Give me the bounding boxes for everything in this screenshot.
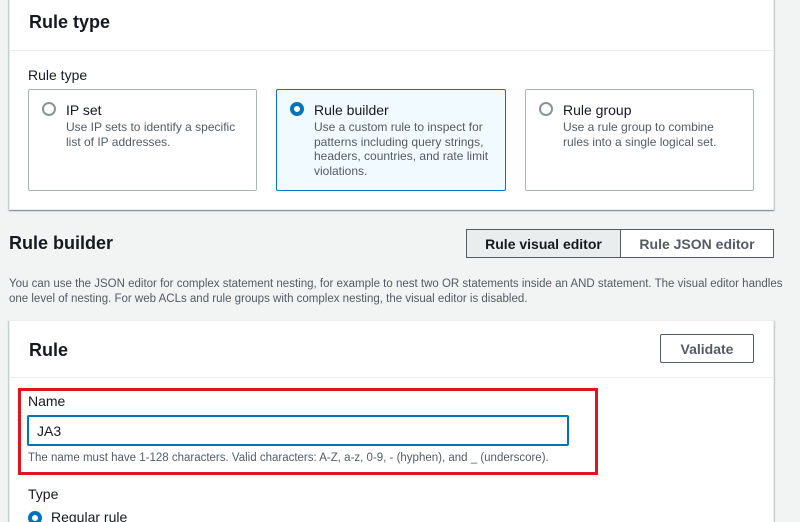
rule-type-heading: Rule type [29,12,111,32]
radio-regular-rule[interactable] [28,511,42,522]
name-input[interactable] [27,415,569,446]
name-field-help: The name must have 1-128 characters. Val… [28,452,549,464]
type-field-label: Type [28,486,59,502]
rule-type-panel-header [10,0,773,51]
rule-type-field-label: Rule type [28,67,88,83]
radio-rule-builder[interactable] [290,102,304,116]
tile-rule-group[interactable]: Rule group Use a rule group to combine r… [525,89,754,191]
tile-rule-group-title: Rule group [563,102,632,118]
tile-ip-set-desc: Use IP sets to identify a specific list … [66,120,236,149]
rule-heading: Rule [29,340,69,360]
rule-builder-help-text: You can use the JSON editor for complex … [9,278,783,305]
tile-rule-builder-title: Rule builder [314,102,389,118]
regular-rule-label: Regular rule [51,509,128,522]
tile-ip-set[interactable]: IP set Use IP sets to identify a specifi… [28,89,257,191]
rule-panel-header [10,321,773,378]
name-field-label: Name [28,393,66,409]
tab-rule-json-editor[interactable]: Rule JSON editor [620,229,774,258]
validate-button[interactable]: Validate [660,334,754,363]
tile-ip-set-title: IP set [66,102,102,118]
rule-builder-heading: Rule builder [9,233,114,253]
radio-rule-group[interactable] [539,102,553,116]
tile-rule-builder[interactable]: Rule builder Use a custom rule to inspec… [276,89,506,191]
tile-rule-builder-desc: Use a custom rule to inspect for pattern… [314,120,489,178]
tab-rule-visual-editor[interactable]: Rule visual editor [466,229,621,258]
tile-rule-group-desc: Use a rule group to combine rules into a… [563,120,717,149]
radio-ip-set[interactable] [42,102,56,116]
